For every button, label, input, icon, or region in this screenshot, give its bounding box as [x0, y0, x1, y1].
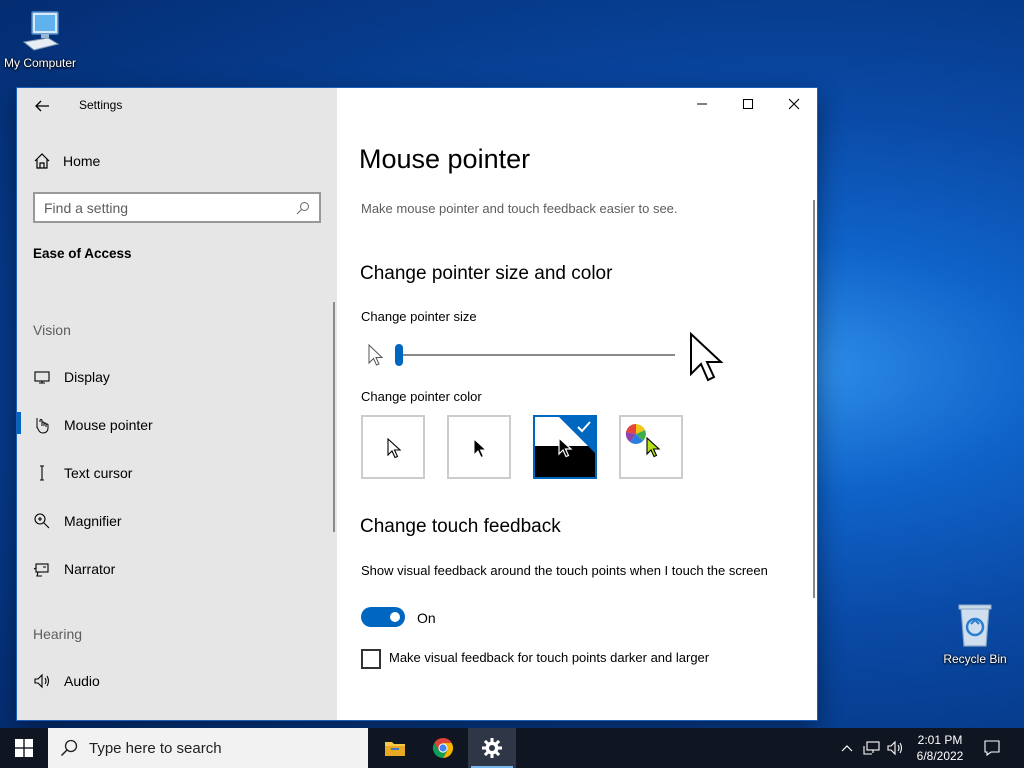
pointer-color-black[interactable]	[447, 415, 511, 479]
group-header-hearing: Hearing	[33, 626, 83, 642]
search-icon[interactable]	[291, 196, 315, 220]
clock-time: 2:01 PM	[917, 733, 963, 747]
pointer-color-white[interactable]	[361, 415, 425, 479]
sidebar-item-display[interactable]: Display	[17, 357, 335, 397]
sidebar-item-audio[interactable]: Audio	[17, 661, 335, 701]
network-icon	[863, 741, 880, 755]
maximize-button[interactable]	[725, 88, 771, 120]
notification-icon	[984, 740, 1000, 757]
sidebar-item-label: Audio	[64, 673, 100, 689]
sidebar-item-magnifier[interactable]: Magnifier	[17, 501, 335, 541]
sidebar: Settings Home Ease of Access Vision Disp…	[17, 88, 337, 720]
page-subtitle: Make mouse pointer and touch feedback ea…	[361, 201, 678, 216]
group-header-vision: Vision	[33, 322, 71, 338]
pointer-size-slider[interactable]	[361, 332, 731, 382]
pointer-size-label: Change pointer size	[361, 309, 477, 324]
sidebar-item-label: Narrator	[64, 561, 116, 577]
white-pointer-icon	[387, 438, 402, 459]
category-title: Ease of Access	[33, 246, 132, 261]
slider-thumb[interactable]	[395, 344, 403, 366]
black-pointer-icon	[473, 438, 488, 459]
close-button[interactable]	[771, 88, 817, 120]
desktop-icon-label: Recycle Bin	[943, 652, 1007, 666]
darker-feedback-checkbox[interactable]	[361, 649, 381, 669]
volume-button[interactable]	[884, 728, 908, 768]
computer-icon	[22, 11, 60, 51]
taskbar-search-box[interactable]: Type here to search	[48, 728, 368, 768]
network-button[interactable]	[860, 728, 884, 768]
start-button[interactable]	[0, 728, 48, 768]
touch-feedback-label: Show visual feedback around the touch po…	[361, 563, 768, 578]
pointer-color-label: Change pointer color	[361, 389, 482, 404]
taskbar: Type here to search 2:01 PM 6/8/2022	[0, 728, 1024, 768]
pointer-color-inverted[interactable]	[533, 415, 597, 479]
sidebar-item-home[interactable]: Home	[17, 141, 335, 181]
large-pointer-icon	[690, 332, 724, 382]
sidebar-item-narrator[interactable]: Narrator	[17, 549, 335, 589]
sidebar-item-mouse-pointer[interactable]: Mouse pointer	[17, 405, 335, 445]
text-cursor-icon	[32, 463, 52, 483]
audio-icon	[32, 671, 52, 691]
tray-overflow-button[interactable]	[836, 728, 858, 768]
desktop-icon-my-computer[interactable]: My Computer	[0, 8, 80, 70]
magnifier-icon	[32, 511, 52, 531]
notifications-button[interactable]	[978, 728, 1006, 768]
sidebar-scrollbar[interactable]	[333, 302, 335, 532]
chevron-up-icon	[841, 745, 853, 752]
color-wheel-icon	[625, 423, 646, 444]
search-icon	[60, 739, 78, 757]
sidebar-item-label: Display	[64, 369, 110, 385]
minimize-button[interactable]	[679, 88, 725, 120]
back-button[interactable]	[31, 95, 53, 117]
slider-track	[397, 354, 675, 356]
display-icon	[32, 367, 52, 387]
toggle-state-label: On	[417, 610, 436, 626]
section-header-size-color: Change pointer size and color	[360, 263, 613, 284]
checkmark-icon	[577, 421, 591, 433]
close-icon	[788, 98, 800, 110]
inverted-pointer-icon	[558, 437, 573, 458]
desktop-icon-label: My Computer	[3, 56, 77, 70]
desktop-icon-recycle-bin[interactable]: Recycle Bin	[936, 602, 1014, 666]
minimize-icon	[697, 103, 707, 105]
search-field[interactable]	[33, 192, 321, 223]
darker-feedback-label: Make visual feedback for touch points da…	[389, 650, 710, 665]
page-title: Mouse pointer	[359, 144, 531, 174]
section-header-touch: Change touch feedback	[360, 516, 561, 537]
home-icon	[32, 151, 52, 171]
content-pane: Mouse pointer Make mouse pointer and tou…	[337, 88, 817, 720]
sidebar-item-label: Mouse pointer	[64, 417, 153, 433]
gear-icon	[482, 738, 502, 758]
mouse-pointer-icon	[32, 415, 52, 435]
settings-window: Settings Home Ease of Access Vision Disp…	[17, 88, 817, 720]
narrator-icon	[32, 559, 52, 579]
folder-icon	[385, 742, 405, 756]
volume-icon	[887, 740, 903, 756]
search-input[interactable]	[35, 199, 291, 216]
chrome-icon	[432, 737, 454, 759]
touch-feedback-toggle[interactable]	[361, 607, 405, 627]
taskbar-clock[interactable]: 2:01 PM 6/8/2022	[908, 732, 972, 764]
taskbar-file-explorer[interactable]	[371, 728, 419, 768]
back-arrow-icon	[35, 100, 49, 112]
windows-logo-icon	[15, 739, 33, 757]
clock-date: 6/8/2022	[916, 749, 964, 763]
taskbar-settings[interactable]	[468, 728, 516, 768]
toggle-knob	[390, 612, 400, 622]
sidebar-item-label: Text cursor	[64, 465, 133, 481]
content-scrollbar[interactable]	[813, 200, 815, 598]
pointer-color-custom[interactable]	[619, 415, 683, 479]
small-pointer-icon	[368, 344, 384, 366]
taskbar-search-placeholder: Type here to search	[89, 739, 222, 757]
maximize-icon	[743, 99, 753, 109]
sidebar-item-label: Magnifier	[64, 513, 122, 529]
sidebar-item-label: Home	[63, 153, 101, 169]
custom-pointer-icon	[646, 437, 661, 458]
recycle-bin-icon	[958, 604, 992, 647]
taskbar-chrome[interactable]	[419, 728, 467, 768]
sidebar-item-text-cursor[interactable]: Text cursor	[17, 453, 335, 493]
app-title: Settings	[79, 98, 123, 112]
